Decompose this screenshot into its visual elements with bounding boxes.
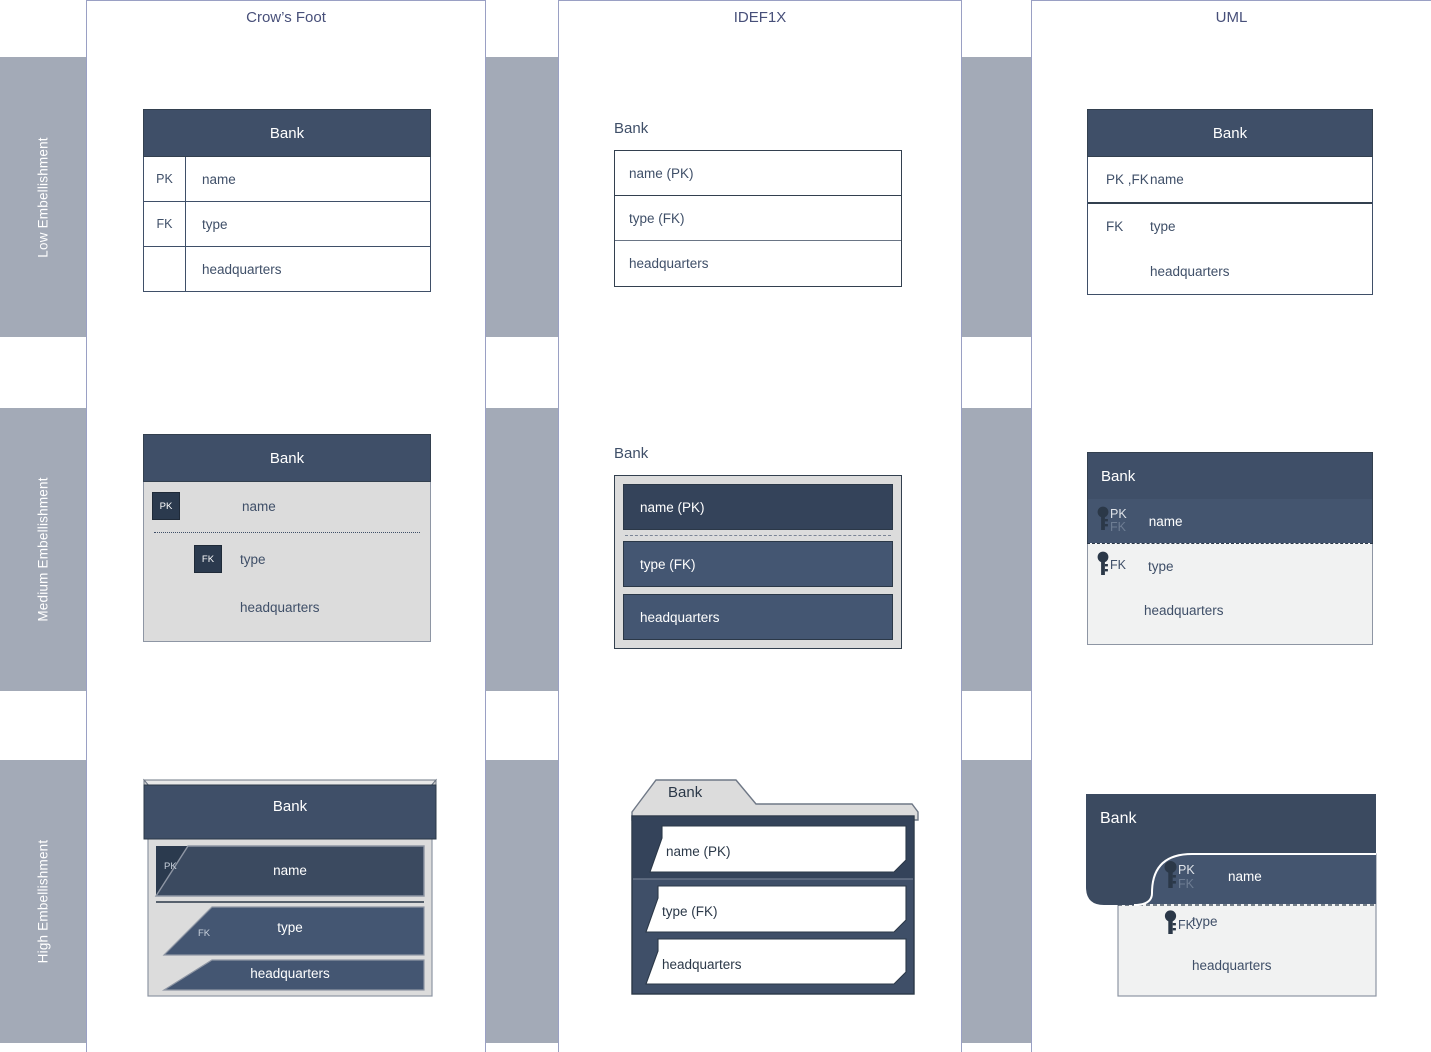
table-row: headquarters xyxy=(1088,588,1372,632)
table-row: headquarters xyxy=(623,594,893,640)
entity-name-idef1x-medium: Bank xyxy=(614,445,649,462)
attribute-label: headquarters xyxy=(1150,263,1230,279)
row-label-low: Low Embellishment xyxy=(0,57,86,337)
key-labels: FK xyxy=(1110,559,1126,572)
attribute-label: headquarters xyxy=(250,966,330,981)
section-divider xyxy=(154,532,420,533)
fk-label: FK xyxy=(1110,520,1126,534)
column-title-crowsfoot: Crow’s Foot xyxy=(246,9,326,26)
attribute-label: type xyxy=(240,551,266,567)
entity-name-idef1x-high: Bank xyxy=(668,784,703,801)
fk-label: FK xyxy=(1110,558,1126,573)
table-row: headquarters xyxy=(1088,249,1372,294)
key-group: FK xyxy=(1164,910,1194,941)
entity-idef1x-high[interactable]: Bank name (PK) type (FK) headquarters xyxy=(628,772,920,998)
key-group: FK xyxy=(1097,551,1126,582)
key-label: PK xyxy=(144,157,186,201)
row-gap xyxy=(623,587,893,594)
table-row: name (PK) xyxy=(623,484,893,530)
entity-uml-high[interactable]: Bank PK FK name FK type headquarters xyxy=(1082,788,1382,1004)
key-labels: PK FK xyxy=(1110,507,1127,534)
table-row: headquarters xyxy=(143,247,431,292)
key-group: PK FK xyxy=(1164,860,1195,895)
table-row: name (PK) xyxy=(666,844,731,859)
entity-body-uml-low: PK ,FK name FK type headquarters xyxy=(1087,157,1373,295)
key-icon xyxy=(1097,506,1110,537)
key-icon xyxy=(1164,860,1178,895)
row-label-medium-text: Medium Embellishment xyxy=(35,477,51,622)
table-row: headquarters xyxy=(662,957,742,972)
table-row: headquarters xyxy=(144,583,430,631)
key-label: PK ,FK xyxy=(1106,172,1149,187)
fk-label: FK xyxy=(1178,876,1194,891)
attribute-label: headquarters xyxy=(1144,602,1224,618)
table-row: PK name xyxy=(143,157,431,202)
attribute-label: name xyxy=(1148,513,1183,529)
entity-header-uml-high: Bank xyxy=(1100,810,1137,827)
entity-header-uml-medium: Bank xyxy=(1087,452,1373,499)
table-row: name (PK) xyxy=(615,151,901,196)
table-row: FK type xyxy=(144,535,430,583)
attribute-label: headquarters xyxy=(202,261,282,277)
row-label-low-text: Low Embellishment xyxy=(35,136,51,258)
pk-label: PK xyxy=(1178,863,1195,878)
table-row: type (FK) xyxy=(615,196,901,241)
attribute-label: name xyxy=(273,863,307,878)
entity-box-idef1x-medium: name (PK) type (FK) headquarters xyxy=(614,475,902,649)
attribute-label: name xyxy=(1228,869,1262,884)
attribute-label: type xyxy=(202,216,228,232)
attribute-label: name xyxy=(202,171,236,187)
key-label: FK xyxy=(144,202,186,246)
entity-box-idef1x-low: name (PK) type (FK) headquarters xyxy=(614,150,902,287)
entity-header-crowsfoot-low: Bank xyxy=(143,109,431,157)
entity-crowsfoot-low[interactable]: Bank PK name FK type headquarters xyxy=(143,109,431,292)
entity-name-idef1x-low: Bank xyxy=(614,120,649,137)
attribute-label: type xyxy=(1150,218,1176,234)
attribute-label: type xyxy=(1192,914,1218,929)
attribute-label: headquarters xyxy=(240,599,320,615)
pk-badge: PK xyxy=(152,492,180,520)
entity-crowsfoot-medium[interactable]: Bank PK name FK type headquarters xyxy=(143,434,431,642)
attribute-label: type xyxy=(1147,558,1174,574)
key-label: FK xyxy=(1106,218,1124,234)
entity-body-crowsfoot-medium: PK name FK type headquarters xyxy=(143,482,431,642)
table-row: PK FK name xyxy=(1087,499,1373,543)
fk-badge: FK xyxy=(194,545,222,573)
entity-crowsfoot-high[interactable]: Bank PK name FK type headquarters xyxy=(140,770,440,1002)
attribute-label: headquarters xyxy=(1192,958,1272,973)
table-row: PK name xyxy=(144,482,430,530)
entity-idef1x-medium[interactable]: Bank name (PK) type (FK) headquarters xyxy=(614,445,902,649)
column-title-idef1x: IDEF1X xyxy=(733,9,787,26)
key-labels: PK FK xyxy=(1178,864,1195,890)
key-group: PK FK xyxy=(1097,506,1127,537)
table-row: PK ,FK name xyxy=(1088,157,1372,202)
entity-uml-low[interactable]: Bank PK ,FK name FK type headquarters xyxy=(1087,109,1373,295)
table-row: type (FK) xyxy=(662,904,718,919)
entity-uml-medium[interactable]: Bank PK FK name FK type headquarters xyxy=(1087,452,1373,645)
section-divider xyxy=(625,535,891,536)
table-row: FK type xyxy=(1088,544,1372,588)
column-title-uml: UML xyxy=(1215,9,1248,26)
table-row: type (FK) xyxy=(623,541,893,587)
attribute-label: name xyxy=(242,498,276,514)
entity-idef1x-low[interactable]: Bank name (PK) type (FK) headquarters xyxy=(614,120,902,287)
table-row: FK type xyxy=(143,202,431,247)
key-icon xyxy=(1097,551,1110,582)
key-label xyxy=(144,247,186,291)
table-row: headquarters xyxy=(629,256,709,271)
entity-header-crowsfoot-high: Bank xyxy=(272,798,308,815)
attribute-label: name xyxy=(1150,172,1184,187)
table-row: FK type xyxy=(1088,204,1372,249)
entity-header-crowsfoot-medium: Bank xyxy=(143,434,431,482)
row-label-high-text: High Embellishment xyxy=(35,839,51,964)
key-icon xyxy=(1164,910,1178,941)
entity-body-uml-medium: FK type headquarters xyxy=(1087,544,1373,645)
attribute-label: type xyxy=(277,920,303,935)
row-label-high: High Embellishment xyxy=(0,760,86,1043)
entity-header-uml-low: Bank xyxy=(1087,109,1373,157)
row-label-medium: Medium Embellishment xyxy=(0,408,86,691)
